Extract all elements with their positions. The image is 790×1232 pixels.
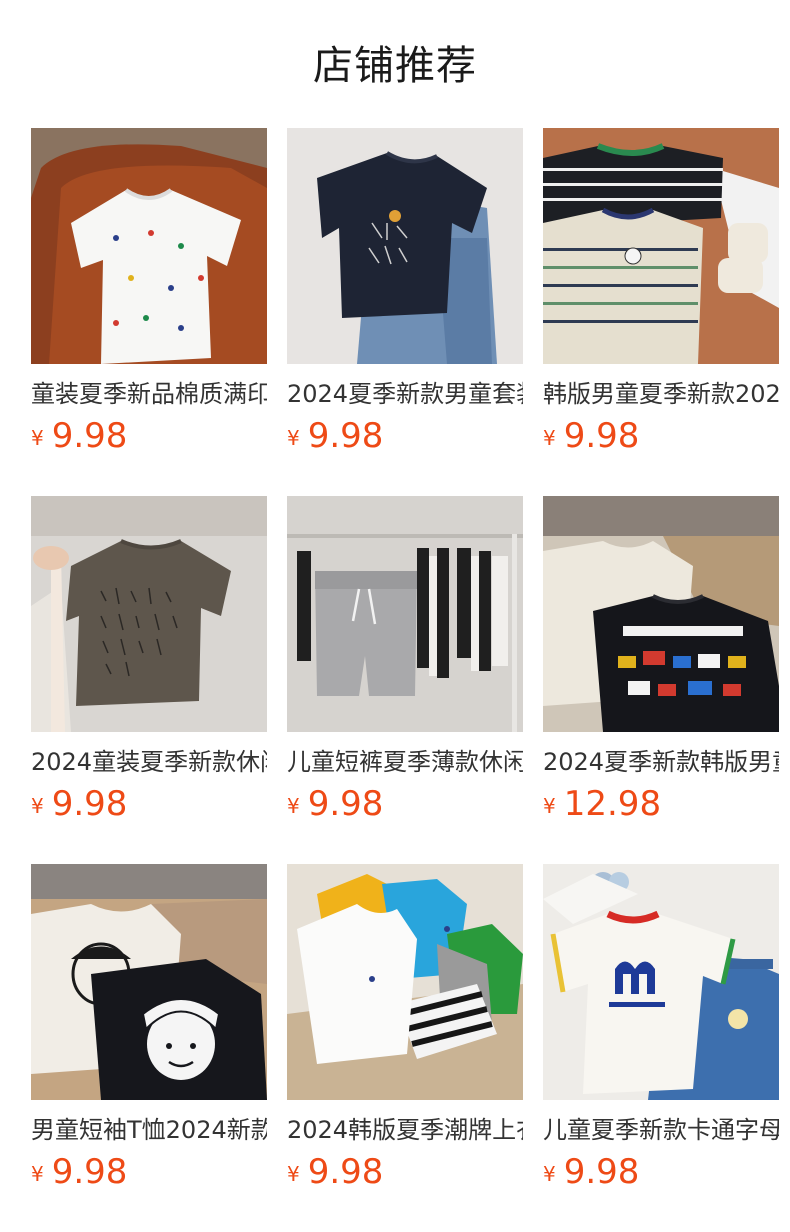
product-image[interactable] — [543, 496, 779, 732]
price-value: 12.98 — [563, 784, 662, 824]
product-price: ¥ 9.98 — [31, 784, 267, 824]
product-price: ¥ 9.98 — [31, 416, 267, 456]
shop-recommend-header: 店铺推荐 — [0, 0, 790, 128]
product-image[interactable] — [287, 864, 523, 1100]
currency-symbol: ¥ — [543, 794, 556, 818]
product-image[interactable] — [287, 128, 523, 364]
product-title[interactable]: 2024夏季新款韩版男童 — [543, 746, 779, 778]
currency-symbol: ¥ — [287, 794, 300, 818]
product-card[interactable]: 男童短袖T恤2024新款 ¥ 9.98 — [31, 864, 267, 1192]
price-value: 9.98 — [307, 416, 384, 456]
product-title[interactable]: 儿童短裤夏季薄款休闲 — [287, 746, 523, 778]
product-price: ¥ 9.98 — [31, 1152, 267, 1192]
price-value: 9.98 — [51, 416, 128, 456]
product-card[interactable]: 2024夏季新款男童套装 ¥ 9.98 — [287, 128, 523, 456]
currency-symbol: ¥ — [287, 1162, 300, 1186]
product-card[interactable]: 儿童夏季新款卡通字母 ¥ 9.98 — [543, 864, 779, 1192]
product-image[interactable] — [31, 496, 267, 732]
navy-tshirt-nice-day-image — [287, 128, 523, 364]
product-image[interactable] — [31, 128, 267, 364]
product-card[interactable]: 2024夏季新款韩版男童 ¥ 12.98 — [543, 496, 779, 824]
striped-tshirts-image — [543, 128, 779, 364]
habiliments-tshirt-image — [31, 864, 267, 1100]
product-card[interactable]: 韩版男童夏季新款2024 ¥ 9.98 — [543, 128, 779, 456]
price-value: 9.98 — [563, 416, 640, 456]
product-price: ¥ 9.98 — [543, 416, 779, 456]
product-price: ¥ 9.98 — [287, 1152, 523, 1192]
price-value: 9.98 — [307, 1152, 384, 1192]
colorful-polos-image — [287, 864, 523, 1100]
grey-shorts-rack-image — [287, 496, 523, 732]
currency-symbol: ¥ — [31, 1162, 44, 1186]
price-value: 9.98 — [563, 1152, 640, 1192]
product-title[interactable]: 2024童装夏季新款休闲 — [31, 746, 267, 778]
product-title[interactable]: 男童短袖T恤2024新款 — [31, 1114, 267, 1146]
currency-symbol: ¥ — [31, 794, 44, 818]
product-image[interactable] — [543, 128, 779, 364]
product-card[interactable]: 童装夏季新品棉质满印 ¥ 9.98 — [31, 128, 267, 456]
product-grid: 童装夏季新品棉质满印 ¥ 9.98 2024夏季新款男童套装 ¥ 9.98 韩版… — [31, 128, 779, 1192]
price-value: 9.98 — [51, 784, 128, 824]
currency-symbol: ¥ — [543, 1162, 556, 1186]
product-image[interactable] — [287, 496, 523, 732]
product-price: ¥ 9.98 — [543, 1152, 779, 1192]
product-title[interactable]: 2024夏季新款男童套装 — [287, 378, 523, 410]
mikihouse-set-image — [543, 864, 779, 1100]
price-value: 9.98 — [307, 784, 384, 824]
currency-symbol: ¥ — [287, 426, 300, 450]
product-card[interactable]: 2024童装夏季新款休闲 ¥ 9.98 — [31, 496, 267, 824]
toycar-tshirt-image — [543, 496, 779, 732]
product-image[interactable] — [31, 864, 267, 1100]
page-title: 店铺推荐 — [313, 43, 477, 89]
product-card[interactable]: 儿童短裤夏季薄款休闲 ¥ 9.98 — [287, 496, 523, 824]
product-price: ¥ 9.98 — [287, 784, 523, 824]
currency-symbol: ¥ — [31, 426, 44, 450]
numbers-tshirt-image — [31, 496, 267, 732]
price-value: 9.98 — [51, 1152, 128, 1192]
product-image[interactable] — [543, 864, 779, 1100]
product-card[interactable]: 2024韩版夏季潮牌上衣 ¥ 9.98 — [287, 864, 523, 1192]
product-title[interactable]: 2024韩版夏季潮牌上衣 — [287, 1114, 523, 1146]
product-title[interactable]: 儿童夏季新款卡通字母 — [543, 1114, 779, 1146]
white-tshirt-embroidered-image — [31, 128, 267, 364]
product-title[interactable]: 童装夏季新品棉质满印 — [31, 378, 267, 410]
product-price: ¥ 12.98 — [543, 784, 779, 824]
currency-symbol: ¥ — [543, 426, 556, 450]
product-price: ¥ 9.98 — [287, 416, 523, 456]
product-title[interactable]: 韩版男童夏季新款2024 — [543, 378, 779, 410]
